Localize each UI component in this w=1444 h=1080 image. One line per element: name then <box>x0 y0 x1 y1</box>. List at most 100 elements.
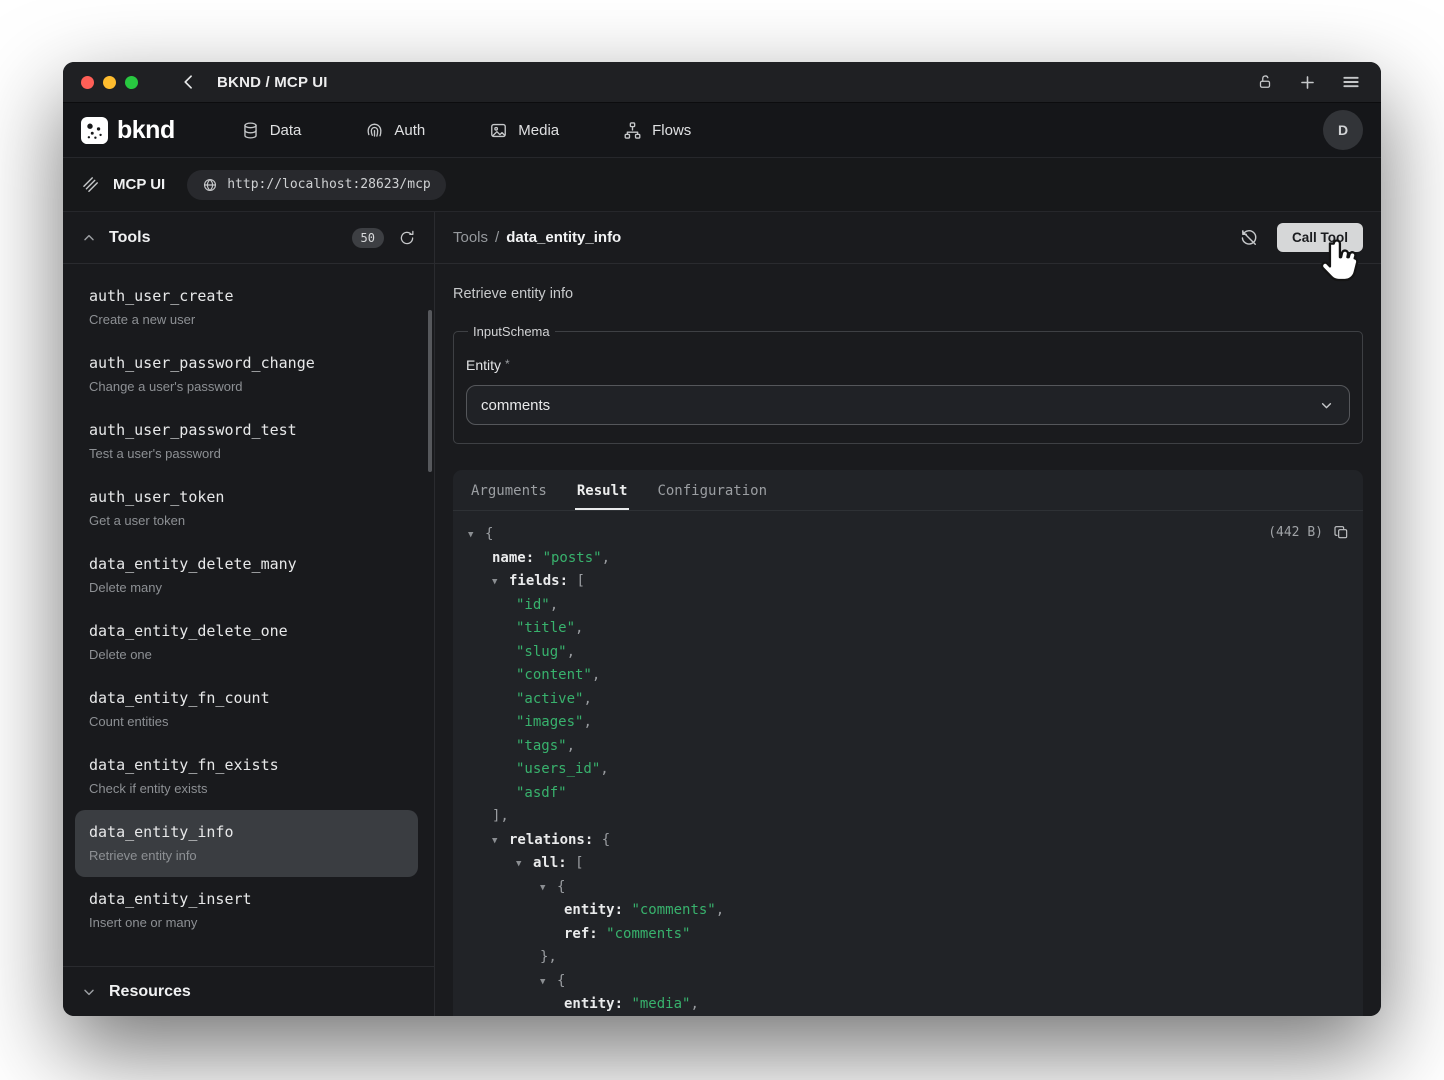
chevron-down-icon <box>1318 397 1335 414</box>
tool-name: auth_user_create <box>89 287 404 305</box>
tab-result[interactable]: Result <box>575 472 630 510</box>
tool-description: Check if entity exists <box>89 781 404 796</box>
json-line: "id", <box>453 594 1363 618</box>
tool-name: data_entity_info <box>89 823 404 841</box>
nav-item-data[interactable]: Data <box>227 113 316 148</box>
nav-item-label: Flows <box>652 122 691 139</box>
brand-name: bknd <box>117 116 175 145</box>
collapse-toggle-icon[interactable]: ▼ <box>492 571 497 595</box>
desktop-wallpaper: { "window": { "title": "BKND / MCP UI" }… <box>0 0 1444 1080</box>
nav-item-label: Auth <box>394 122 425 139</box>
json-line: ▼{ <box>453 523 1363 547</box>
json-line: ref: "comments" <box>453 923 1363 947</box>
json-line: ▼{ <box>453 970 1363 994</box>
tool-name: data_entity_insert <box>89 890 404 908</box>
globe-icon <box>202 177 218 193</box>
sidebar-tool-item[interactable]: data_entity_info Retrieve entity info <box>75 810 418 877</box>
image-icon <box>489 121 508 140</box>
json-line: "images", <box>453 711 1363 735</box>
tool-detail-header: Tools / data_entity_info Call Tool <box>435 212 1381 264</box>
sidebar-tool-item[interactable]: data_entity_delete_many Delete many <box>75 542 418 609</box>
brand-logo[interactable]: bknd <box>81 116 175 145</box>
close-window-button[interactable] <box>81 76 94 89</box>
json-line: ], <box>453 805 1363 829</box>
history-off-icon <box>1239 228 1259 248</box>
database-icon <box>241 121 260 140</box>
new-tab-icon[interactable] <box>1298 73 1317 92</box>
tools-sidebar: Tools 50 auth_user_create Create a new u… <box>63 212 435 1016</box>
tool-name: data_entity_fn_exists <box>89 756 404 774</box>
entity-field-label: Entity* <box>466 357 1350 373</box>
mcp-layers-icon <box>81 175 101 195</box>
mcp-toolbar: MCP UI http://localhost:28623/mcp <box>63 158 1381 212</box>
breadcrumb-separator: / <box>495 229 499 246</box>
input-schema-fieldset: InputSchema Entity* comments <box>453 324 1363 444</box>
tool-name: data_entity_delete_one <box>89 622 404 640</box>
json-line: }, <box>453 946 1363 970</box>
tool-description: Retrieve entity info <box>453 286 1363 302</box>
sidebar-tool-item[interactable]: auth_user_create Create a new user <box>75 274 418 341</box>
history-off-button[interactable] <box>1239 228 1259 248</box>
resources-section-title: Resources <box>109 983 191 1001</box>
json-line: entity: "media", <box>453 993 1363 1016</box>
collapse-toggle-icon[interactable]: ▼ <box>468 524 473 548</box>
result-card: Arguments Result Configuration (442 B) ▼… <box>453 470 1363 1016</box>
json-line: ▼{ <box>453 876 1363 900</box>
collapse-toggle-icon[interactable]: ▼ <box>492 830 497 854</box>
lock-open-icon[interactable] <box>1256 73 1274 91</box>
collapse-toggle-icon[interactable]: ▼ <box>540 877 545 901</box>
json-line: "content", <box>453 664 1363 688</box>
back-button[interactable] <box>179 72 199 92</box>
tool-description: Create a new user <box>89 312 404 327</box>
mcp-ui-label: MCP UI <box>113 176 165 193</box>
title-bar: BKND / MCP UI <box>63 62 1381 103</box>
sidebar-tool-item[interactable]: data_entity_delete_one Delete one <box>75 609 418 676</box>
tool-description: Change a user's password <box>89 379 404 394</box>
json-line: ▼all: [ <box>453 852 1363 876</box>
minimize-window-button[interactable] <box>103 76 116 89</box>
resources-section-header[interactable]: Resources <box>63 966 434 1016</box>
nav-item-auth[interactable]: Auth <box>351 113 439 148</box>
json-line: "title", <box>453 617 1363 641</box>
json-line: ▼fields: [ <box>453 570 1363 594</box>
server-url: http://localhost:28623/mcp <box>227 177 431 192</box>
sidebar-tool-item[interactable]: data_entity_fn_count Count entities <box>75 676 418 743</box>
nav-item-media[interactable]: Media <box>475 113 573 148</box>
json-result-viewer: (442 B) ▼{name: "posts",▼fields: ["id","… <box>453 511 1363 1016</box>
sidebar-scrollbar[interactable] <box>428 310 432 472</box>
sidebar-tool-item[interactable]: auth_user_password_test Test a user's pa… <box>75 408 418 475</box>
tools-section-header[interactable]: Tools 50 <box>63 212 434 264</box>
collapse-toggle-icon[interactable]: ▼ <box>516 853 521 877</box>
sidebar-tool-item[interactable]: auth_user_token Get a user token <box>75 475 418 542</box>
menu-icon[interactable] <box>1341 72 1361 92</box>
json-line: name: "posts", <box>453 547 1363 571</box>
maximize-window-button[interactable] <box>125 76 138 89</box>
nav-item-flows[interactable]: Flows <box>609 113 705 148</box>
tool-description: Test a user's password <box>89 446 404 461</box>
tool-name: data_entity_fn_count <box>89 689 404 707</box>
tools-section-title: Tools <box>109 229 150 247</box>
chevron-up-icon <box>81 230 97 246</box>
sidebar-tool-item[interactable]: data_entity_insert Insert one or many <box>75 877 418 944</box>
tool-name: auth_user_password_test <box>89 421 404 439</box>
collapse-toggle-icon[interactable]: ▼ <box>540 971 545 995</box>
window-title: BKND / MCP UI <box>217 74 328 91</box>
sidebar-tool-item[interactable]: auth_user_password_change Change a user'… <box>75 341 418 408</box>
entity-select[interactable]: comments <box>466 385 1350 425</box>
tab-arguments[interactable]: Arguments <box>469 472 549 510</box>
refresh-tools-button[interactable] <box>398 229 416 247</box>
tool-description: Retrieve entity info <box>89 848 404 863</box>
tool-description: Delete many <box>89 580 404 595</box>
tool-description: Insert one or many <box>89 915 404 930</box>
breadcrumb-section[interactable]: Tools <box>453 229 488 246</box>
flow-icon <box>623 121 642 140</box>
nav-item-label: Data <box>270 122 302 139</box>
server-url-pill[interactable]: http://localhost:28623/mcp <box>187 170 446 200</box>
call-tool-button[interactable]: Call Tool <box>1277 223 1363 252</box>
user-avatar[interactable]: D <box>1323 110 1363 150</box>
json-line: "slug", <box>453 641 1363 665</box>
tool-description: Count entities <box>89 714 404 729</box>
sidebar-tool-item[interactable]: data_entity_fn_exists Check if entity ex… <box>75 743 418 810</box>
input-schema-legend: InputSchema <box>468 324 555 339</box>
tab-configuration[interactable]: Configuration <box>655 472 769 510</box>
